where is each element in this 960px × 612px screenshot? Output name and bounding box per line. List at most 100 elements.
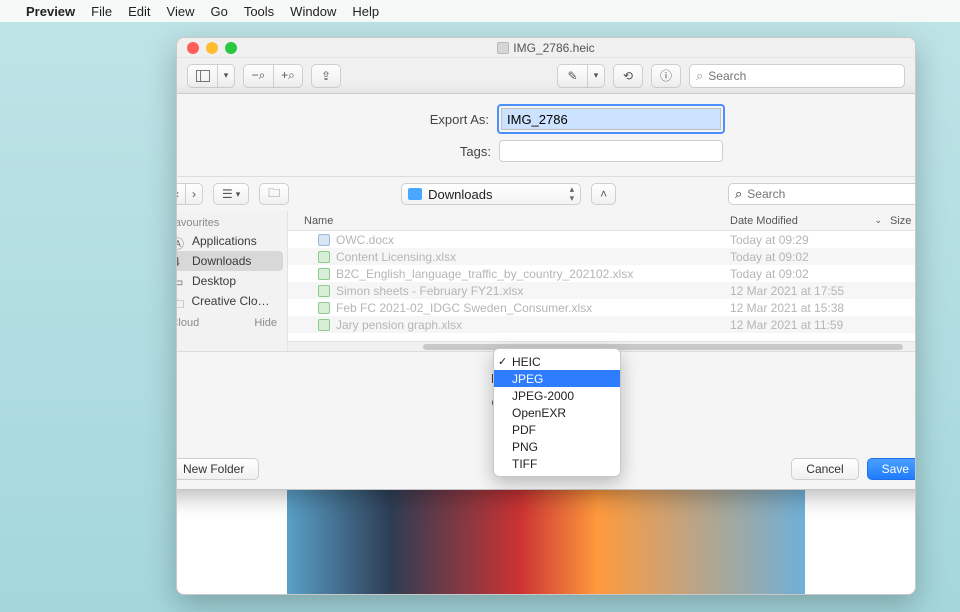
format-option-png[interactable]: PNG: [494, 438, 620, 455]
downloads-folder-icon: [408, 188, 422, 200]
toolbar-search[interactable]: ⌕: [689, 64, 905, 88]
file-date: 12 Mar 2021 at 11:59: [730, 318, 890, 332]
preview-toolbar: ▾ −⌕ +⌕ ⇪ ✎ ▾ ⟲ ⓘ ⌕: [177, 58, 915, 94]
file-list: Name Date Modified⌄ Size OWC.docx Today a…: [288, 211, 916, 351]
sidebar-favourites-header: Favourites: [176, 217, 287, 231]
menu-window[interactable]: Window: [290, 4, 336, 19]
tags-label: Tags:: [281, 144, 491, 159]
browser-search[interactable]: ⌕: [728, 183, 916, 205]
downloads-icon: ⬇: [176, 255, 186, 267]
menubar: Preview File Edit View Go Tools Window H…: [0, 0, 960, 22]
group-button[interactable]: 🗀: [259, 183, 289, 205]
file-row[interactable]: Content Licensing.xlsxToday at 09:02: [288, 248, 916, 265]
file-row[interactable]: Feb FC 2021-02_IDGC Sweden_Consumer.xlsx…: [288, 299, 916, 316]
folder-icon: 🗀: [176, 295, 185, 307]
info-button[interactable]: ⓘ: [651, 64, 681, 88]
applications-icon: Ⓐ: [176, 235, 186, 247]
document-icon: [497, 42, 509, 54]
format-option-heic[interactable]: ✓HEIC: [494, 353, 620, 370]
format-option-tiff[interactable]: TIFF: [494, 455, 620, 472]
tags-input[interactable]: [499, 140, 723, 162]
sidebar-item-downloads[interactable]: ⬇Downloads: [176, 251, 283, 271]
sidebar-item-creative-cloud[interactable]: 🗀Creative Clou…: [176, 291, 283, 311]
save-button[interactable]: Save: [867, 458, 916, 480]
titlebar: IMG_2786.heic: [177, 38, 915, 58]
markup-menu-button[interactable]: ▾: [587, 64, 605, 88]
share-button[interactable]: ⇪: [311, 64, 341, 88]
format-dropdown-menu[interactable]: ✓HEICJPEGJPEG-2000OpenEXRPDFPNGTIFF: [493, 348, 621, 477]
file-browser: ‹ › ☰ ▾ 🗀 Downloads ▴▾ ˄ ⌕: [176, 176, 916, 352]
file-row[interactable]: Jary pension graph.xlsx 12 Mar 2021 at 11…: [288, 316, 916, 333]
format-option-pdf[interactable]: PDF: [494, 421, 620, 438]
column-name[interactable]: Name: [288, 215, 730, 227]
chevron-right-icon: ›: [192, 187, 196, 201]
browser-search-input[interactable]: [747, 187, 916, 201]
location-label: Downloads: [428, 187, 492, 202]
chevron-up-icon: ˄: [600, 187, 607, 201]
sidebar-item-desktop[interactable]: ▭Desktop: [176, 271, 283, 291]
browser-toolbar: ‹ › ☰ ▾ 🗀 Downloads ▴▾ ˄ ⌕: [176, 177, 916, 211]
sidebar-menu-button[interactable]: ▾: [217, 64, 235, 88]
menu-help[interactable]: Help: [352, 4, 379, 19]
file-date: Today at 09:02: [730, 267, 890, 281]
back-button[interactable]: ‹: [176, 183, 185, 205]
format-option-jpeg[interactable]: JPEG: [494, 370, 620, 387]
sidebar: Favourites ⒶApplications ⬇Downloads ▭Des…: [176, 211, 288, 351]
file-name: OWC.docx: [336, 233, 394, 247]
search-icon: ⌕: [735, 186, 742, 202]
app-menu[interactable]: Preview: [26, 4, 75, 19]
file-icon: [318, 302, 330, 314]
column-size[interactable]: Size: [890, 215, 916, 227]
info-icon: ⓘ: [660, 67, 672, 84]
menu-file[interactable]: File: [91, 4, 112, 19]
rotate-icon: ⟲: [623, 69, 633, 83]
sidebar-item-applications[interactable]: ⒶApplications: [176, 231, 283, 251]
file-icon: [318, 251, 330, 263]
rotate-button[interactable]: ⟲: [613, 64, 643, 88]
file-icon: [318, 234, 330, 246]
zoom-in-button[interactable]: +⌕: [273, 64, 303, 88]
chevron-left-icon: ‹: [176, 187, 179, 201]
format-option-openexr[interactable]: OpenEXR: [494, 404, 620, 421]
menu-go[interactable]: Go: [210, 4, 227, 19]
list-icon: ☰: [222, 187, 233, 201]
file-icon: [318, 319, 330, 331]
file-row[interactable]: Simon sheets - February FY21.xlsx12 Mar …: [288, 282, 916, 299]
column-date[interactable]: Date Modified⌄: [730, 215, 890, 227]
zoom-in-icon: +⌕: [281, 68, 295, 83]
view-mode-button[interactable]: ☰ ▾: [213, 183, 249, 205]
file-date: Today at 09:29: [730, 233, 890, 247]
sidebar-hide-button[interactable]: Hide: [254, 317, 277, 329]
menu-view[interactable]: View: [167, 4, 195, 19]
column-headers: Name Date Modified⌄ Size: [288, 211, 916, 231]
location-popup[interactable]: Downloads ▴▾: [401, 183, 581, 205]
updown-icon: ▴▾: [570, 185, 575, 203]
file-icon: [318, 268, 330, 280]
menu-edit[interactable]: Edit: [128, 4, 150, 19]
markup-button[interactable]: ✎: [557, 64, 587, 88]
file-name: B2C_English_language_traffic_by_country_…: [336, 267, 633, 281]
file-name: Jary pension graph.xlsx: [336, 318, 462, 332]
sidebar-toggle-button[interactable]: [187, 64, 217, 88]
toolbar-search-input[interactable]: [708, 69, 898, 83]
file-date: 12 Mar 2021 at 15:38: [730, 301, 890, 315]
zoom-out-button[interactable]: −⌕: [243, 64, 273, 88]
search-icon: ⌕: [696, 68, 703, 84]
file-date: Today at 09:02: [730, 250, 890, 264]
export-filename-input[interactable]: [501, 108, 721, 130]
cancel-button[interactable]: Cancel: [791, 458, 858, 480]
window-title: IMG_2786.heic: [177, 41, 915, 55]
format-option-jpeg-2000[interactable]: JPEG-2000: [494, 387, 620, 404]
zoom-out-icon: −⌕: [252, 68, 266, 83]
collapse-button[interactable]: ˄: [591, 183, 616, 205]
file-row[interactable]: OWC.docx Today at 09:29: [288, 231, 916, 248]
forward-button[interactable]: ›: [185, 183, 203, 205]
folder-icon: 🗀: [268, 184, 280, 205]
export-as-label: Export As:: [279, 112, 489, 127]
chevron-down-icon: ▾: [236, 189, 241, 200]
menu-tools[interactable]: Tools: [244, 4, 274, 19]
sort-descending-icon: ⌄: [874, 215, 882, 226]
preview-window: IMG_2786.heic ▾ −⌕ +⌕ ⇪ ✎ ▾ ⟲ ⓘ ⌕ Export…: [176, 37, 916, 595]
new-folder-button[interactable]: New Folder: [176, 458, 259, 480]
file-row[interactable]: B2C_English_language_traffic_by_country_…: [288, 265, 916, 282]
